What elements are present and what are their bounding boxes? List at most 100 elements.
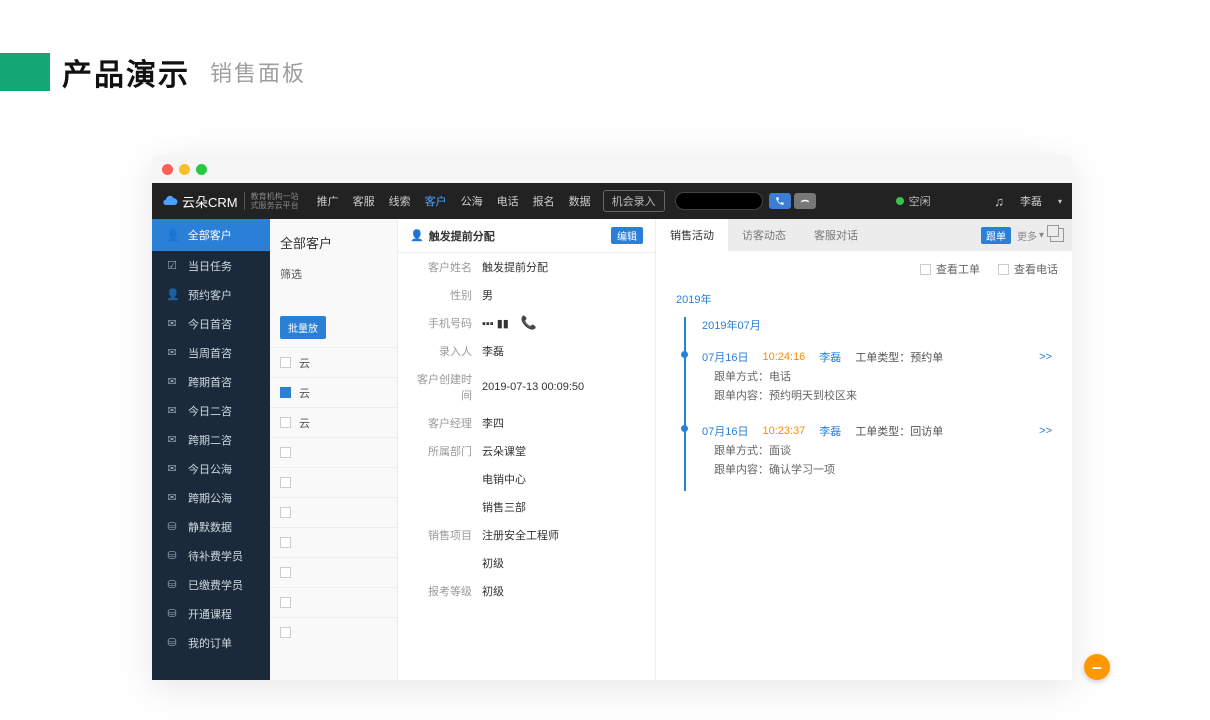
entry-date: 07月16日 [702,349,748,365]
list-row[interactable] [270,527,397,557]
followup-button[interactable]: 跟单 [981,227,1011,244]
checkbox[interactable] [280,567,291,578]
checkbox[interactable] [280,627,291,638]
checkbox[interactable] [280,387,291,398]
nav-item-6[interactable]: 报名 [533,193,555,209]
list-row[interactable]: 云 [270,347,397,377]
customer-detail-panel: 👤 触发提前分配 编辑 客户姓名触发提前分配性别男手机号码▪▪▪ ▮▮📞录入人李… [398,219,656,680]
checkbox[interactable] [280,447,291,458]
list-row-text: 云 [299,385,310,401]
sidebar-item-7[interactable]: ✉今日公海 [152,454,270,483]
chevron-down-icon[interactable]: ▾ [1058,197,1062,206]
sidebar-item-2[interactable]: ✉今日首咨 [152,309,270,338]
checkbox[interactable] [280,597,291,608]
sidebar-item-icon: ⛁ [166,549,178,562]
detail-value: 男 [482,287,493,303]
sidebar-header[interactable]: 👤 全部客户 [152,219,270,251]
copy-icon[interactable] [1050,228,1064,242]
filter-checkbox[interactable]: 查看电话 [998,261,1058,277]
edit-button[interactable]: 编辑 [611,227,643,244]
hangup-button[interactable] [794,193,816,209]
nav-item-3[interactable]: 客户 [425,193,447,209]
detail-row: 客户经理李四 [398,409,655,437]
close-icon[interactable] [162,164,173,175]
status-dot-icon [896,197,904,205]
sidebar-item-label: 跨期二咨 [188,432,232,448]
entry-more-link[interactable]: >> [1039,351,1052,363]
sidebar-item-icon: ✉ [166,375,178,388]
entry-more-link[interactable]: >> [1039,425,1052,437]
list-row[interactable] [270,497,397,527]
timeline-month: 2019年07月 [702,317,1052,333]
detail-value: 触发提前分配 [482,259,548,275]
sidebar-item-10[interactable]: ⛁待补费学员 [152,541,270,570]
fab-button[interactable]: – [1084,654,1110,680]
nav-item-0[interactable]: 推广 [317,193,339,209]
sidebar-item-5[interactable]: ✉今日二咨 [152,396,270,425]
customer-list-panel: 全部客户 筛选 批量放 云云云 [270,219,398,680]
sidebar-item-0[interactable]: ☑当日任务 [152,251,270,280]
detail-label: 性别 [410,287,482,303]
more-button[interactable]: 更多▾ [1017,228,1044,243]
sidebar-item-3[interactable]: ✉当周首咨 [152,338,270,367]
checkbox[interactable] [280,477,291,488]
entry-detail: 跟单方式：电话 [702,365,1052,384]
list-row[interactable] [270,617,397,647]
list-row[interactable] [270,557,397,587]
call-button[interactable] [769,193,791,209]
user-name[interactable]: 李磊 [1020,193,1042,209]
checkbox[interactable] [280,537,291,548]
filter-checkbox[interactable]: 查看工单 [920,261,980,277]
sidebar-item-label: 跨期首咨 [188,374,232,390]
sidebar-item-11[interactable]: ⛁已缴费学员 [152,570,270,599]
list-row[interactable]: 云 [270,377,397,407]
batch-button[interactable]: 批量放 [280,316,326,339]
detail-value: 注册安全工程师 [482,527,559,543]
nav-item-5[interactable]: 电话 [497,193,519,209]
nav-item-4[interactable]: 公海 [461,193,483,209]
checkbox[interactable] [280,357,291,368]
nav-item-2[interactable]: 线索 [389,193,411,209]
list-row-text: 云 [299,355,310,371]
activity-timeline: 2019年 2019年07月 07月16日10:24:16李磊工单类型：预约单>… [656,291,1072,491]
phone-icon[interactable]: 📞 [521,315,537,331]
timeline-entry: 07月16日10:23:37李磊工单类型：回访单>>跟单方式：面谈跟单内容：确认… [702,417,1052,491]
detail-label: 录入人 [410,343,482,359]
sidebar-item-label: 已缴费学员 [188,577,243,593]
sidebar-item-12[interactable]: ⛁开通课程 [152,599,270,628]
search-input[interactable] [675,192,763,210]
page-header: 产品演示 销售面板 [0,0,1210,124]
sidebar-item-6[interactable]: ✉跨期二咨 [152,425,270,454]
minimize-icon[interactable] [179,164,190,175]
timeline-entry: 07月16日10:24:16李磊工单类型：预约单>>跟单方式：电话跟单内容：预约… [702,343,1052,417]
sidebar-item-9[interactable]: ⛁静默数据 [152,512,270,541]
entry-time: 10:24:16 [762,351,805,363]
checkbox[interactable] [280,417,291,428]
activity-tab-0[interactable]: 销售活动 [656,219,728,251]
nav-item-1[interactable]: 客服 [353,193,375,209]
sidebar-item-icon: ⛁ [166,636,178,649]
accent-block [0,53,50,91]
user-icon: 👤 [166,229,180,242]
detail-row: 客户姓名触发提前分配 [398,253,655,281]
opportunity-button[interactable]: 机会录入 [603,190,665,212]
detail-title: 👤 触发提前分配 [410,228,495,244]
list-row[interactable]: 云 [270,407,397,437]
list-row[interactable] [270,467,397,497]
status-indicator[interactable]: 空闲 [896,193,931,209]
sidebar-item-icon: ✉ [166,491,178,504]
checkbox[interactable] [280,507,291,518]
list-row[interactable] [270,437,397,467]
sidebar-item-4[interactable]: ✉ 跨期首咨 [152,367,270,396]
nav-item-7[interactable]: 数据 [569,193,591,209]
maximize-icon[interactable] [196,164,207,175]
sidebar-item-13[interactable]: ⛁我的订单 [152,628,270,657]
sidebar-item-label: 预约客户 [188,287,232,303]
activity-tab-1[interactable]: 访客动态 [728,219,800,251]
list-row[interactable] [270,587,397,617]
detail-row: 所属部门云朵课堂 [398,437,655,465]
sidebar-item-1[interactable]: 👤预约客户 [152,280,270,309]
bell-icon[interactable]: ♫ [994,194,1004,209]
sidebar-item-8[interactable]: ✉跨期公海 [152,483,270,512]
activity-tab-2[interactable]: 客服对话 [800,219,872,251]
